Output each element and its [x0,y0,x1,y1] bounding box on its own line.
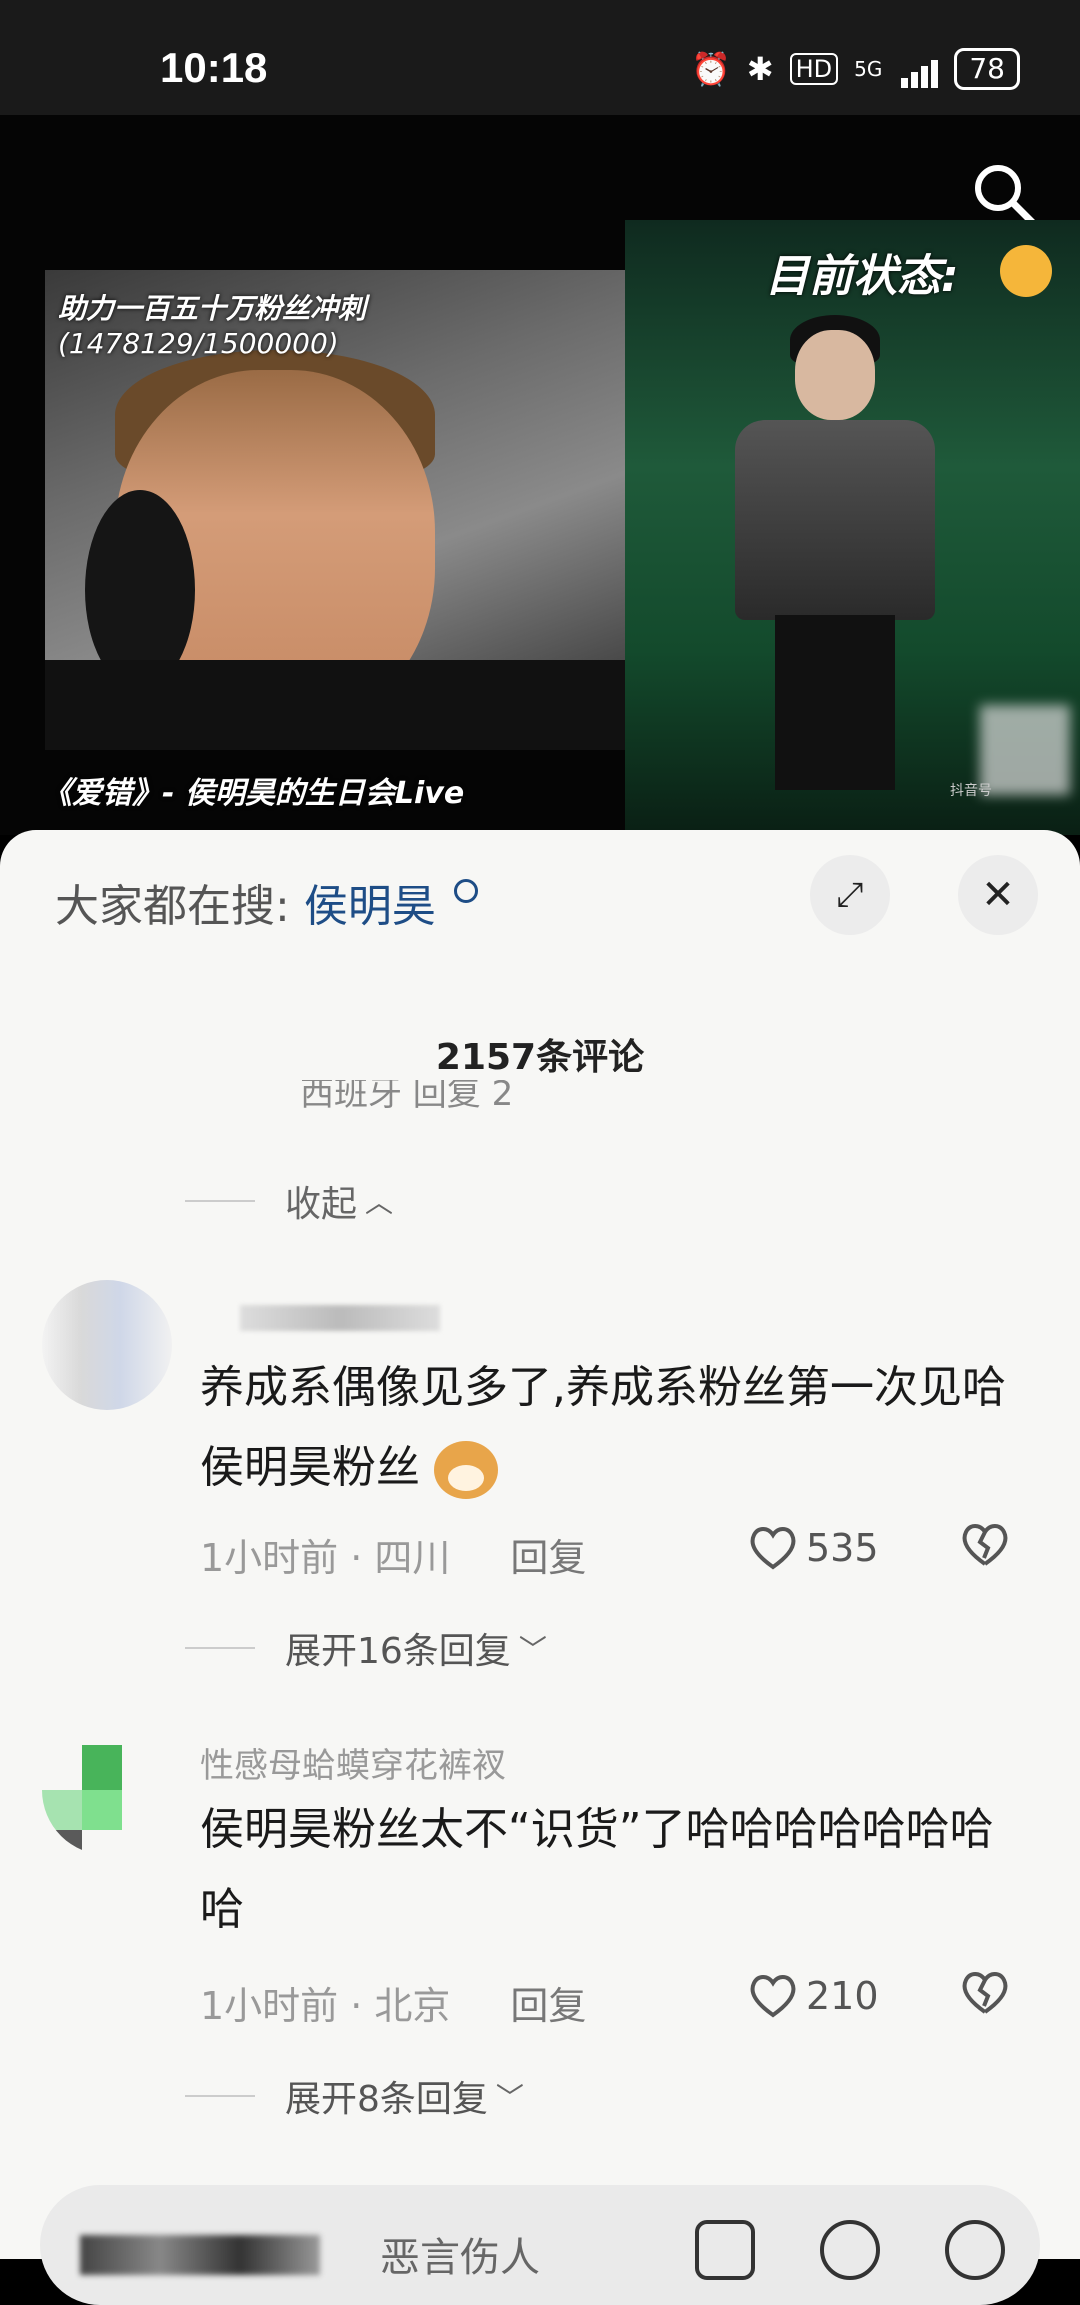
singer-legs [775,615,895,790]
hd-icon: HD [789,53,839,85]
comment-meta: 1小时前 · 北京 回复 [200,1975,586,2030]
search-icon [453,879,478,903]
username[interactable]: 性感母蛤蟆穿花裤衩 [200,1738,506,1787]
chevron-down-icon: ﹀ [495,2081,524,2114]
at-icon[interactable] [820,2220,880,2280]
reply-button[interactable]: 回复 [510,1975,586,2030]
expand-label: 展开16条回复 [285,1631,511,1672]
avatar-pixel [82,1790,122,1830]
hoodie [45,660,625,750]
performance-video-frame [625,220,1080,835]
singer-face [795,330,875,420]
divider [185,1647,255,1649]
mind-blown-emoji-icon [1000,245,1052,297]
comment-meta: 1小时前 · 四川 回复 [200,1527,586,1582]
blurred-input-text [80,2235,320,2275]
like-count: 535 [806,1526,879,1570]
alarm-icon: ⏰ [690,50,731,88]
cut-off-reply-row: 西班牙 回复 2 [300,1080,1040,1110]
battery-icon: 78 [954,48,1020,90]
status-bar: 10:18 ⏰ ✱ HD 5G 78 [0,0,1080,115]
username-blurred[interactable] [240,1305,440,1331]
comment-body: 养成系偶像见多了,养成系粉丝第一次见哈侯明昊粉丝 [200,1362,1006,1493]
collapse-label: 收起 [285,1184,358,1225]
reply-button[interactable]: 回复 [510,1527,586,1582]
comment-input-bar[interactable]: 恶言伤人 [40,2185,1040,2305]
video-player[interactable] [0,115,1080,835]
trend-prefix: 大家都在搜: [55,881,290,932]
like-button[interactable]: 210 [748,1973,879,2019]
comment-text: 侯明昊粉丝太不“识货”了哈哈哈哈哈哈哈哈 [200,1804,994,1935]
overlay-count: (1478129/1500000) [58,327,339,360]
avatar-pixel [82,1745,122,1790]
avatar-pixel [42,1830,82,1855]
status-time: 10:18 [160,44,268,91]
like-count: 210 [806,1974,879,2018]
expand-label: 展开8条回复 [285,2079,488,2120]
bluetooth-icon: ✱ [746,50,774,88]
dislike-button[interactable] [960,1522,1010,1579]
like-button[interactable]: 535 [748,1525,879,1571]
expand-replies[interactable]: 展开16条回复 ﹀ [185,1622,547,1674]
avatar[interactable] [42,1280,172,1410]
comment-time-location: 1小时前 · 四川 [200,1536,451,1580]
comments-count: 2157条评论 [435,1037,645,1078]
image-icon[interactable] [695,2220,755,2280]
singer-figure [735,310,935,790]
network-label: 5G [854,57,883,81]
close-icon: ✕ [981,872,1015,918]
watermark: 抖音号 [950,783,992,799]
signal-icon [898,50,939,88]
comment-input-placeholder[interactable]: 恶言伤人 [380,2225,540,2283]
avatar-pixel [42,1790,82,1830]
chevron-down-icon: ﹀ [518,1633,547,1666]
expand-replies[interactable]: 展开8条回复 ﹀ [185,2070,524,2122]
dislike-button[interactable] [960,1970,1010,2027]
emoji-icon[interactable] [945,2220,1005,2280]
comment-text: 养成系偶像见多了,养成系粉丝第一次见哈侯明昊粉丝 [200,1348,1020,1508]
expand-button[interactable]: ⤢ [810,855,890,935]
overlay-title: 助力一百五十万粉丝冲刺 [58,292,367,325]
trending-search[interactable]: 大家都在搜: 侯明昊 [55,870,478,934]
close-button[interactable]: ✕ [958,855,1038,935]
heart-icon [750,1975,796,2018]
divider [185,2095,255,2097]
shiba-emoji-icon [434,1441,498,1499]
comment-time-location: 1小时前 · 北京 [200,1984,451,2028]
divider [185,1200,255,1202]
song-caption: 《爱错》- 侯明昊的生日会Live [42,776,465,811]
avatar[interactable] [42,1725,172,1855]
trend-keyword[interactable]: 侯明昊 [304,881,436,932]
blurred-logo [980,705,1070,795]
chevron-up-icon: ︿ [365,1186,394,1219]
cut-off-text: 西班牙 回复 2 [300,1080,514,1110]
expand-icon: ⤢ [836,875,864,915]
broken-heart-icon [962,1972,1008,2014]
broken-heart-icon [962,1524,1008,1566]
collapse-replies[interactable]: 收起 ︿ [185,1175,393,1227]
heart-icon [750,1527,796,1570]
singer-jacket [735,420,935,620]
overlay-status: 目前状态: [765,251,959,302]
status-icons: ⏰ ✱ HD 5G 78 [691,48,1020,90]
